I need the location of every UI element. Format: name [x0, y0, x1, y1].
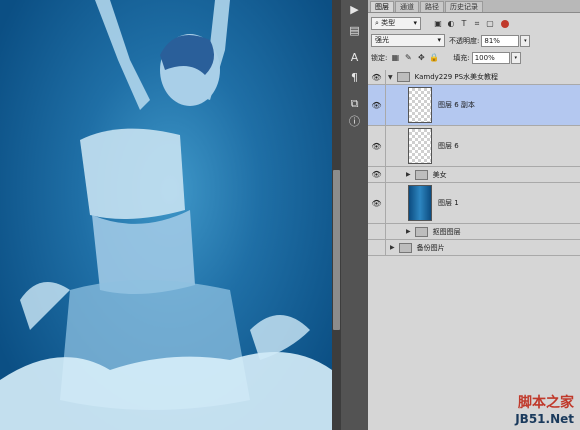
opacity-dropdown-arrow[interactable]: ▾ [520, 34, 531, 47]
layer-comps-icon[interactable]: ▤ [346, 24, 363, 38]
paragraph-icon[interactable]: ¶ [346, 71, 363, 85]
layer-row-layer1[interactable]: 👁 图层 1 [368, 183, 580, 224]
blend-mode-value: 强光 [375, 36, 389, 44]
layer-name: 图层 6 [438, 142, 459, 150]
layer-content: ▼ Kamdy229 PS水美女教程 [388, 70, 580, 84]
layer-name: 图层 6 副本 [438, 101, 475, 109]
layer-content: ▶ 抠图图层 [388, 224, 580, 239]
folder-icon [396, 72, 410, 82]
layer-name: 图层 1 [438, 199, 459, 207]
folder-icon [398, 242, 412, 253]
layer-thumbnail [408, 87, 432, 123]
clone-source-icon[interactable]: ⧉ [346, 97, 363, 111]
layer-name: 美女 [432, 170, 447, 179]
watermark-line1: 脚本之家 [518, 395, 574, 411]
blend-row: 强光 ▾ 不透明度: 81% ▾ [368, 32, 580, 49]
filter-kind-value: 类型 [381, 19, 396, 27]
fill-label: 填充: [453, 53, 470, 62]
canvas-artwork [0, 0, 332, 430]
layer-thumbnail [408, 128, 432, 164]
shape-filter-icon[interactable]: ⌗ [472, 19, 482, 29]
eye-icon[interactable]: 👁 [368, 167, 386, 182]
adjustment-filter-icon[interactable]: ◐ [446, 19, 456, 29]
character-icon[interactable]: A [346, 51, 363, 65]
expand-right-icon[interactable]: ▶ [406, 228, 411, 235]
expand-right-icon[interactable]: ▶ [390, 244, 395, 251]
lock-row: 锁定: ▦ ✎ ✥ 🔒 填充: 100% ▾ [368, 49, 580, 66]
layer-row-layer6-copy[interactable]: 👁 图层 6 副本 [368, 85, 580, 126]
canvas-scrollbar[interactable] [332, 0, 341, 430]
chevron-down-icon: ▾ [437, 36, 441, 44]
lock-all-icon[interactable]: 🔒 [429, 53, 439, 63]
tab-paths[interactable]: 路径 [420, 1, 444, 12]
lock-pixels-icon[interactable]: ✎ [403, 53, 413, 63]
pixel-filter-icon[interactable]: ▣ [433, 19, 443, 29]
layer-row-group-backup[interactable]: ▶ 备份图片 [368, 240, 580, 256]
layer-name: Kamdy229 PS水美女教程 [414, 73, 499, 81]
opacity-input[interactable]: 81% [481, 34, 520, 47]
site-watermark: 脚本之家 JB51.Net [515, 392, 574, 426]
type-filter-icon[interactable]: T [459, 19, 469, 29]
folder-icon [414, 169, 428, 180]
info-icon[interactable]: ⓘ [346, 115, 363, 129]
layer-row-group-cutout[interactable]: ▶ 抠图图层 [368, 224, 580, 240]
layer-row-group-kamdy[interactable]: 👁 ▼ Kamdy229 PS水美女教程 [368, 70, 580, 85]
layer-content: 图层 6 副本 [388, 85, 580, 125]
eye-icon[interactable]: 👁 [368, 85, 386, 125]
layer-content: 图层 1 [388, 183, 580, 223]
tab-channels[interactable]: 通道 [395, 1, 419, 12]
layer-thumbnail [408, 185, 432, 221]
eye-icon[interactable]: 👁 [368, 183, 386, 223]
blend-mode-select[interactable]: 强光 ▾ [371, 34, 445, 47]
layers-panel: 图层 通道 路径 历史记录 ⌕ 类型 ▾ ▣ ◐ T ⌗ ▢ 强光 ▾ 不透明度: … [368, 0, 580, 430]
opacity-label: 不透明度: [449, 36, 480, 45]
filter-row: ⌕ 类型 ▾ ▣ ◐ T ⌗ ▢ [368, 15, 580, 32]
eye-icon[interactable]: 👁 [368, 70, 386, 84]
layer-content: ▶ 备份图片 [388, 240, 580, 255]
lock-transparent-icon[interactable]: ▦ [390, 53, 400, 63]
eye-icon[interactable] [368, 240, 386, 255]
lock-label: 锁定: [371, 53, 388, 62]
watermark-line2: JB51.Net [515, 412, 574, 426]
tab-layers[interactable]: 图层 [370, 1, 394, 12]
fill-dropdown-arrow[interactable]: ▾ [510, 51, 521, 64]
panel-dock-strip: ▶ ▤ A ¶ ⧉ ⓘ [341, 0, 369, 430]
layer-row-layer6[interactable]: 👁 图层 6 [368, 126, 580, 167]
scrollbar-thumb[interactable] [333, 170, 340, 330]
expand-right-icon[interactable]: ▶ [406, 171, 411, 178]
fill-input[interactable]: 100% [471, 51, 510, 64]
layer-content: 图层 6 [388, 126, 580, 166]
folder-icon [414, 226, 428, 237]
filter-toggle-icon[interactable] [501, 19, 509, 28]
layer-name: 抠图图层 [432, 227, 461, 236]
panel-tabs: 图层 通道 路径 历史记录 [368, 0, 580, 13]
smart-object-filter-icon[interactable]: ▢ [485, 19, 495, 29]
document-canvas[interactable] [0, 0, 332, 430]
layer-name: 备份图片 [416, 243, 445, 252]
expand-down-icon[interactable]: ▼ [388, 74, 393, 81]
layer-content: ▶ 美女 [388, 167, 580, 182]
play-icon[interactable]: ▶ [346, 3, 363, 17]
lock-position-icon[interactable]: ✥ [416, 53, 426, 63]
eye-icon[interactable]: 👁 [368, 126, 386, 166]
layer-row-group-meinv[interactable]: 👁 ▶ 美女 [368, 167, 580, 183]
filter-kind-select[interactable]: ⌕ 类型 ▾ [371, 17, 421, 30]
tab-history[interactable]: 历史记录 [445, 1, 483, 12]
chevron-down-icon: ▾ [413, 19, 417, 27]
eye-icon[interactable] [368, 224, 386, 239]
layers-list: 👁 ▼ Kamdy229 PS水美女教程 👁 图层 6 副本 👁 图层 6 👁 [368, 70, 580, 256]
